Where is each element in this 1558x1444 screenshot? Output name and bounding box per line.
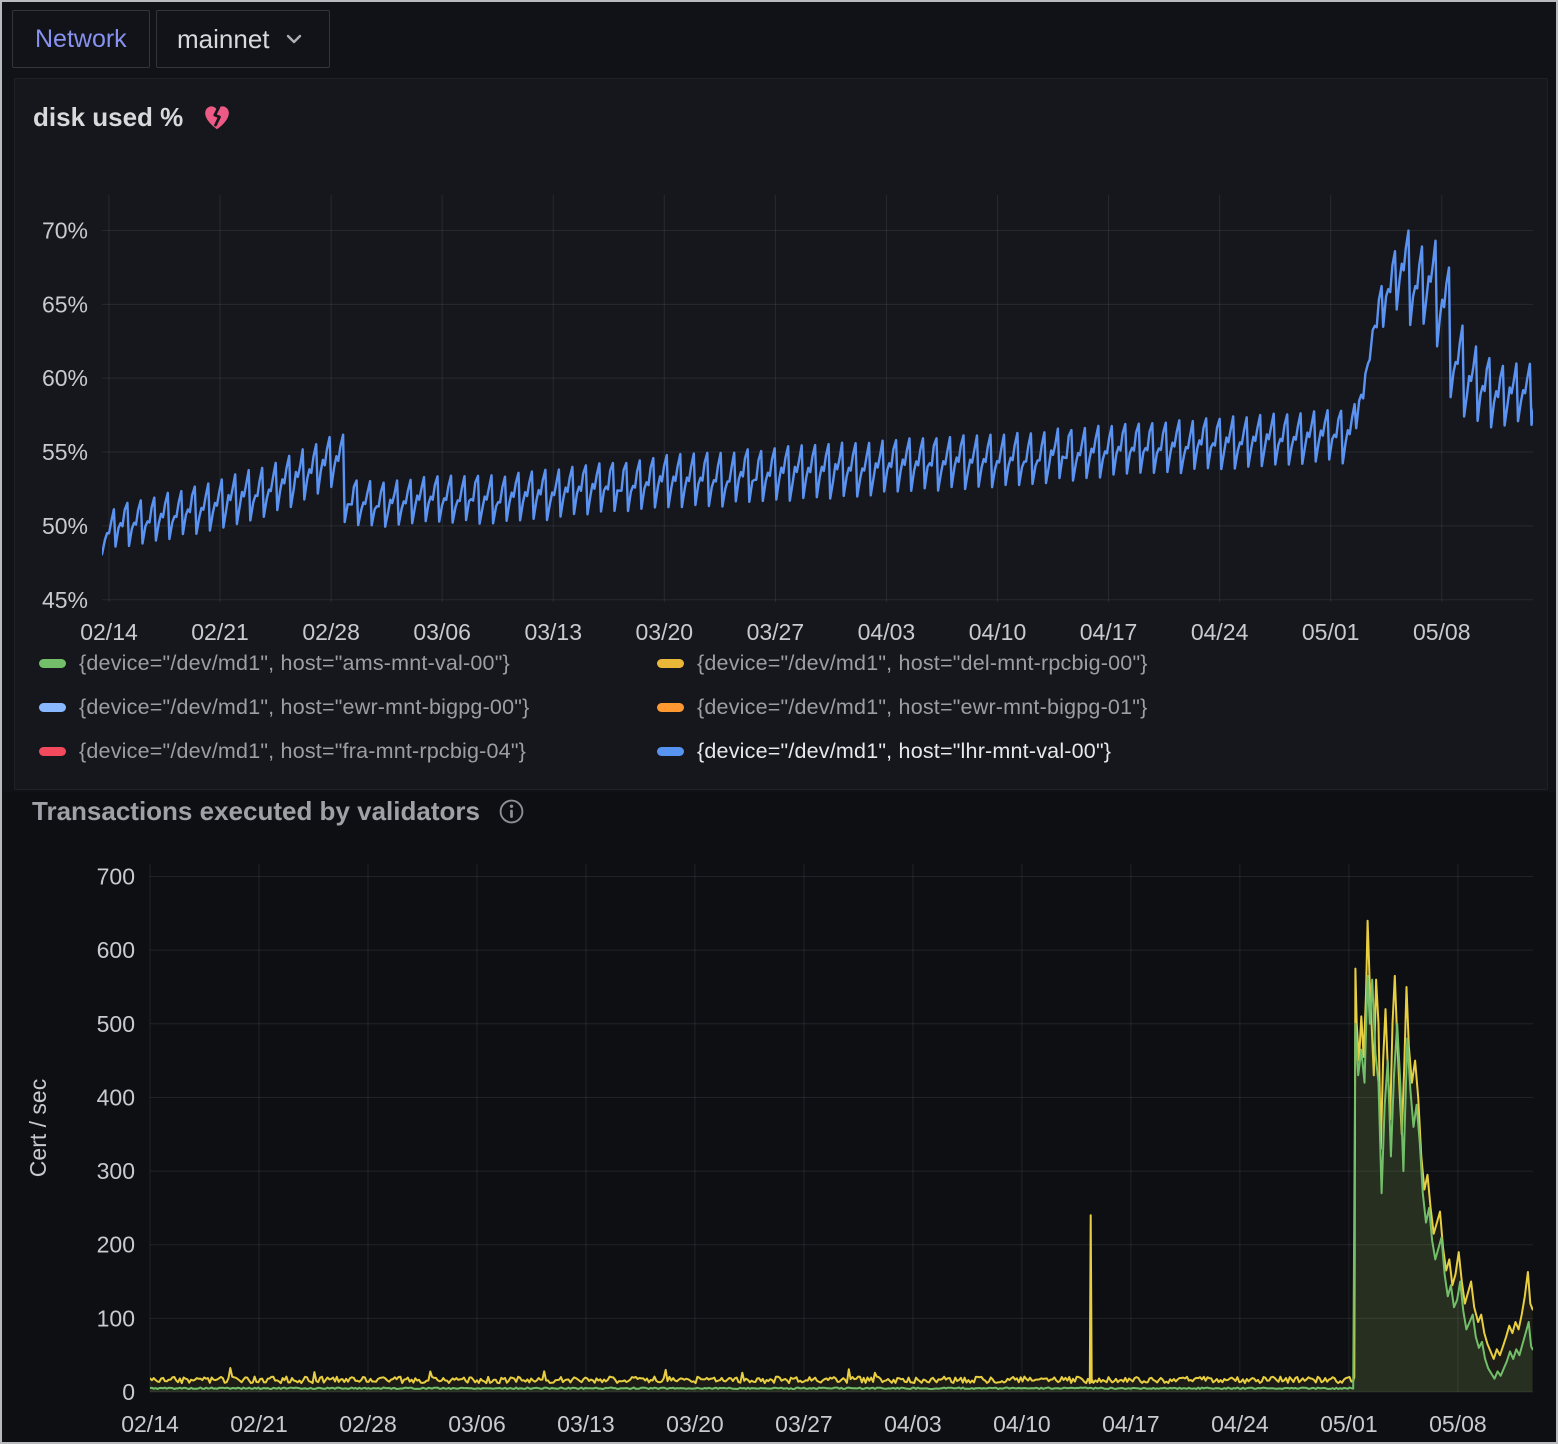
disk-panel-title[interactable]: disk used %	[33, 101, 233, 133]
network-variable-dropdown[interactable]: mainnet	[156, 10, 330, 68]
legend-item-del-mnt-rpcbig-00[interactable]: {device="/dev/md1", host="del-mnt-rpcbig…	[657, 651, 1148, 676]
grafana-dashboard: Network mainnet disk used % {device="/de…	[0, 0, 1558, 1444]
disk-panel-title-text: disk used %	[33, 102, 183, 133]
legend-item-label: {device="/dev/md1", host="lhr-mnt-val-00…	[697, 739, 1111, 764]
legend-item-label: {device="/dev/md1", host="del-mnt-rpcbig…	[697, 651, 1148, 676]
series-color-swatch	[39, 747, 66, 756]
series-color-swatch	[657, 747, 684, 756]
network-variable-label-text: Network	[35, 25, 127, 54]
legend-item-label: {device="/dev/md1", host="ams-mnt-val-00…	[79, 651, 510, 676]
series-color-swatch	[39, 703, 66, 712]
series-color-swatch	[657, 659, 684, 668]
broken-heart-icon	[201, 101, 233, 133]
legend-item-ewr-mnt-bigpg-00[interactable]: {device="/dev/md1", host="ewr-mnt-bigpg-…	[39, 695, 651, 720]
legend-item-label: {device="/dev/md1", host="fra-mnt-rpcbig…	[79, 739, 526, 764]
series-color-swatch	[657, 703, 684, 712]
legend-item-fra-mnt-rpcbig-04[interactable]: {device="/dev/md1", host="fra-mnt-rpcbig…	[39, 739, 651, 764]
dashboard-variables-bar: Network mainnet	[2, 2, 1556, 76]
network-variable-label: Network	[12, 10, 150, 68]
legend-item-label: {device="/dev/md1", host="ewr-mnt-bigpg-…	[79, 695, 529, 720]
legend-item-label: {device="/dev/md1", host="ewr-mnt-bigpg-…	[697, 695, 1147, 720]
legend-item-ams-mnt-val-00[interactable]: {device="/dev/md1", host="ams-mnt-val-00…	[39, 651, 651, 676]
legend-item-ewr-mnt-bigpg-01[interactable]: {device="/dev/md1", host="ewr-mnt-bigpg-…	[657, 695, 1148, 720]
disk-chart-canvas[interactable]	[102, 195, 1533, 602]
network-variable-value: mainnet	[177, 24, 270, 55]
legend-item-lhr-mnt-val-00[interactable]: {device="/dev/md1", host="lhr-mnt-val-00…	[657, 739, 1148, 764]
transactions-panel-title[interactable]: Transactions executed by validators	[32, 796, 525, 827]
disk-panel-legend: {device="/dev/md1", host="ams-mnt-val-00…	[39, 651, 1148, 764]
transactions-panel-title-text: Transactions executed by validators	[32, 796, 480, 827]
transactions-chart-canvas[interactable]	[150, 864, 1533, 1392]
info-circle-icon[interactable]	[498, 798, 525, 825]
series-color-swatch	[39, 659, 66, 668]
chevron-down-icon	[284, 32, 304, 46]
